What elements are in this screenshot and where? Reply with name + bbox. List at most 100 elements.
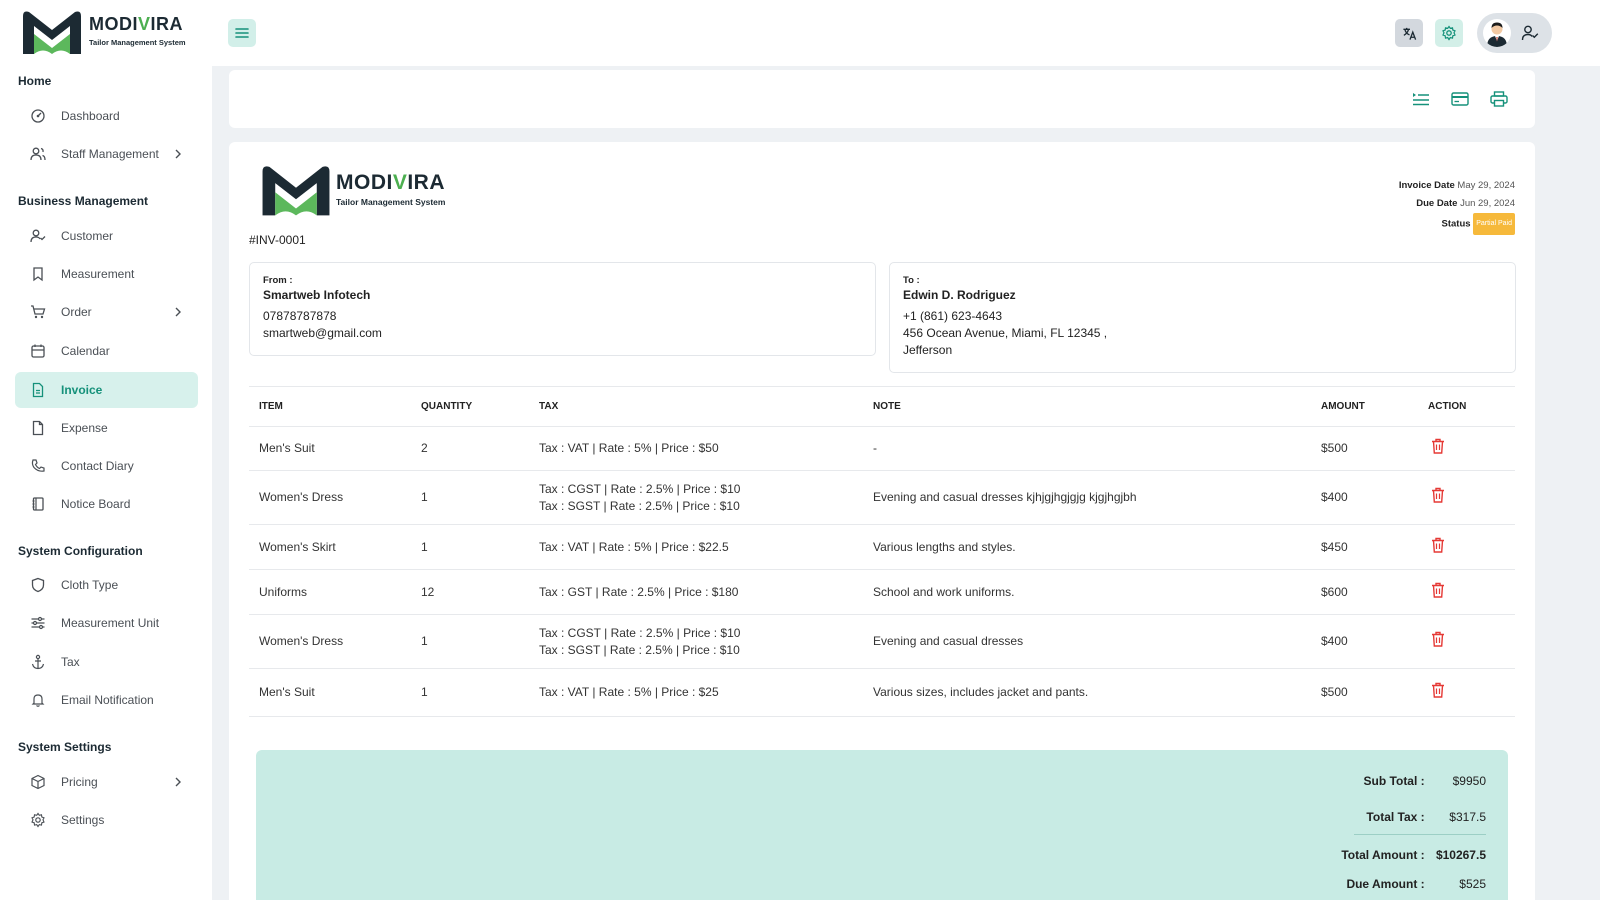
sidebar-item-calendar[interactable]: Calendar [15, 333, 198, 369]
tax-line: Tax : SGST | Rate : 2.5% | Price : $10 [539, 642, 740, 657]
col-note-header: NOTE [863, 386, 1311, 427]
col-amount-header: AMOUNT [1311, 386, 1418, 427]
chevron-right-icon [175, 149, 181, 159]
sidebar-item-cloth-type[interactable]: Cloth Type [15, 567, 198, 603]
table-row: Women's Dress 1 Tax : CGST | Rate : 2.5%… [249, 470, 1515, 525]
due-amount-value: $525 [1459, 877, 1486, 891]
cell-item: Men's Suit [249, 668, 411, 717]
brand-tagline: Tailor Management System [89, 38, 186, 47]
sidebar-item-pricing[interactable]: Pricing [15, 764, 198, 800]
due-date-row: Due Date Jun 29, 2024 [1399, 195, 1515, 213]
bookmark-icon [33, 267, 43, 282]
sidebar-item-customer[interactable]: Customer [15, 218, 198, 254]
sidebar-item-invoice[interactable]: Invoice [15, 372, 198, 408]
cell-note: Evening and casual dresses [863, 614, 1311, 669]
cell-tax: Tax : CGST | Rate : 2.5% | Price : $10 Ta… [529, 614, 863, 669]
due-amount-label: Due Amount : [1346, 877, 1425, 891]
cell-amount: $500 [1311, 426, 1418, 471]
cell-amount: $450 [1311, 524, 1418, 570]
sidebar-item-settings[interactable]: Settings [15, 802, 198, 838]
col-quantity-header: QUANTITY [411, 386, 529, 427]
cell-note: - [863, 426, 1311, 471]
cell-quantity: 2 [411, 426, 529, 471]
translate-icon [1402, 27, 1416, 40]
sidebar-item-order[interactable]: Order [15, 294, 198, 330]
shield-icon [31, 577, 45, 593]
status-row: Status Partial Paid [1399, 213, 1515, 235]
total-tax-label: Total Tax : [1366, 810, 1425, 824]
language-button[interactable] [1395, 19, 1423, 47]
to-address: 456 Ocean Avenue, Miami, FL 12345 , [903, 326, 1108, 340]
gear-icon [31, 812, 45, 828]
section-title-system-settings: System Settings [18, 740, 112, 754]
sidebar-item-label: Tax [61, 655, 80, 669]
sub-total-label: Sub Total : [1363, 774, 1425, 788]
delete-icon[interactable] [1431, 582, 1445, 598]
delete-icon[interactable] [1431, 438, 1445, 454]
sidebar-item-label: Calendar [61, 344, 110, 358]
user-menu[interactable] [1477, 13, 1552, 53]
col-action-header: ACTION [1418, 386, 1515, 427]
cell-action [1418, 614, 1515, 669]
modivira-logo-mark [262, 166, 330, 216]
sidebar-item-expense[interactable]: Expense [15, 410, 198, 446]
menu-toggle-button[interactable] [228, 19, 256, 47]
settings-button[interactable] [1435, 19, 1463, 47]
table-row: Men's Suit 1 Tax : VAT | Rate : 5% | Pri… [249, 668, 1515, 717]
cell-item: Women's Dress [249, 470, 411, 525]
total-amount-label: Total Amount : [1341, 848, 1425, 862]
cell-tax: Tax : VAT | Rate : 5% | Price : $22.5 [529, 524, 863, 570]
col-item-header: ITEM [249, 386, 411, 427]
sidebar-item-label: Settings [61, 813, 105, 827]
tax-line: Tax : VAT | Rate : 5% | Price : $50 [539, 441, 719, 455]
chevron-right-icon [175, 307, 181, 317]
sidebar-item-tax[interactable]: Tax [15, 644, 198, 680]
delete-icon[interactable] [1431, 487, 1445, 503]
cell-action [1418, 668, 1515, 717]
section-title-system-configuration: System Configuration [18, 544, 143, 558]
sidebar-item-email-notification[interactable]: Email Notification [15, 682, 198, 718]
cell-action [1418, 524, 1515, 570]
hamburger-icon [235, 28, 249, 38]
sidebar-item-contact-diary[interactable]: Contact Diary [15, 448, 198, 484]
sidebar-item-label: Contact Diary [61, 459, 134, 473]
print-icon[interactable] [1490, 91, 1508, 107]
from-label: From : [263, 275, 293, 286]
sidebar: MODIVIRA Tailor Management System Home D… [0, 0, 212, 900]
sidebar-item-notice-board[interactable]: Notice Board [15, 486, 198, 522]
status-label: Status [1441, 218, 1471, 230]
invoice-card: MODIVIRA Tailor Management System #INV-0… [229, 142, 1535, 900]
to-city: Jefferson [903, 343, 953, 357]
cell-tax: Tax : VAT | Rate : 5% | Price : $25 [529, 668, 863, 717]
brand-logo[interactable]: MODIVIRA Tailor Management System [20, 6, 195, 58]
to-phone: +1 (861) 623-4643 [903, 309, 1003, 323]
totals-panel: Sub Total : $9950 Total Tax : $317.5 Tot… [256, 750, 1508, 900]
sidebar-item-measurement-unit[interactable]: Measurement Unit [15, 605, 198, 641]
cell-quantity: 1 [411, 470, 529, 525]
list-indent-icon[interactable] [1412, 91, 1430, 107]
total-tax-row: Total Tax : $317.5 [1366, 810, 1486, 824]
sidebar-item-staff-management[interactable]: Staff Management [15, 136, 198, 172]
due-date-label: Due Date [1416, 198, 1458, 209]
sidebar-item-label: Cloth Type [61, 578, 119, 592]
delete-icon[interactable] [1431, 682, 1445, 698]
section-title-home: Home [18, 74, 52, 88]
payment-card-icon[interactable] [1451, 91, 1469, 107]
phone-icon [31, 459, 45, 472]
delete-icon[interactable] [1431, 631, 1445, 647]
cell-note: Various sizes, includes jacket and pants… [863, 668, 1311, 717]
sidebar-item-label: Staff Management [61, 147, 159, 161]
tax-line: Tax : CGST | Rate : 2.5% | Price : $10 [539, 625, 741, 640]
sidebar-item-dashboard[interactable]: Dashboard [15, 98, 198, 134]
file-icon [32, 420, 44, 436]
sliders-icon [31, 616, 45, 630]
brand-name: MODIVIRA [336, 171, 446, 194]
sub-total-row: Sub Total : $9950 [1364, 774, 1486, 788]
total-tax-value: $317.5 [1449, 810, 1486, 824]
avatar-image [1487, 22, 1507, 47]
sidebar-item-measurement[interactable]: Measurement [15, 256, 198, 292]
delete-icon[interactable] [1431, 537, 1445, 553]
chevron-right-icon [175, 777, 181, 787]
cell-action [1418, 569, 1515, 615]
cart-icon [31, 305, 46, 319]
